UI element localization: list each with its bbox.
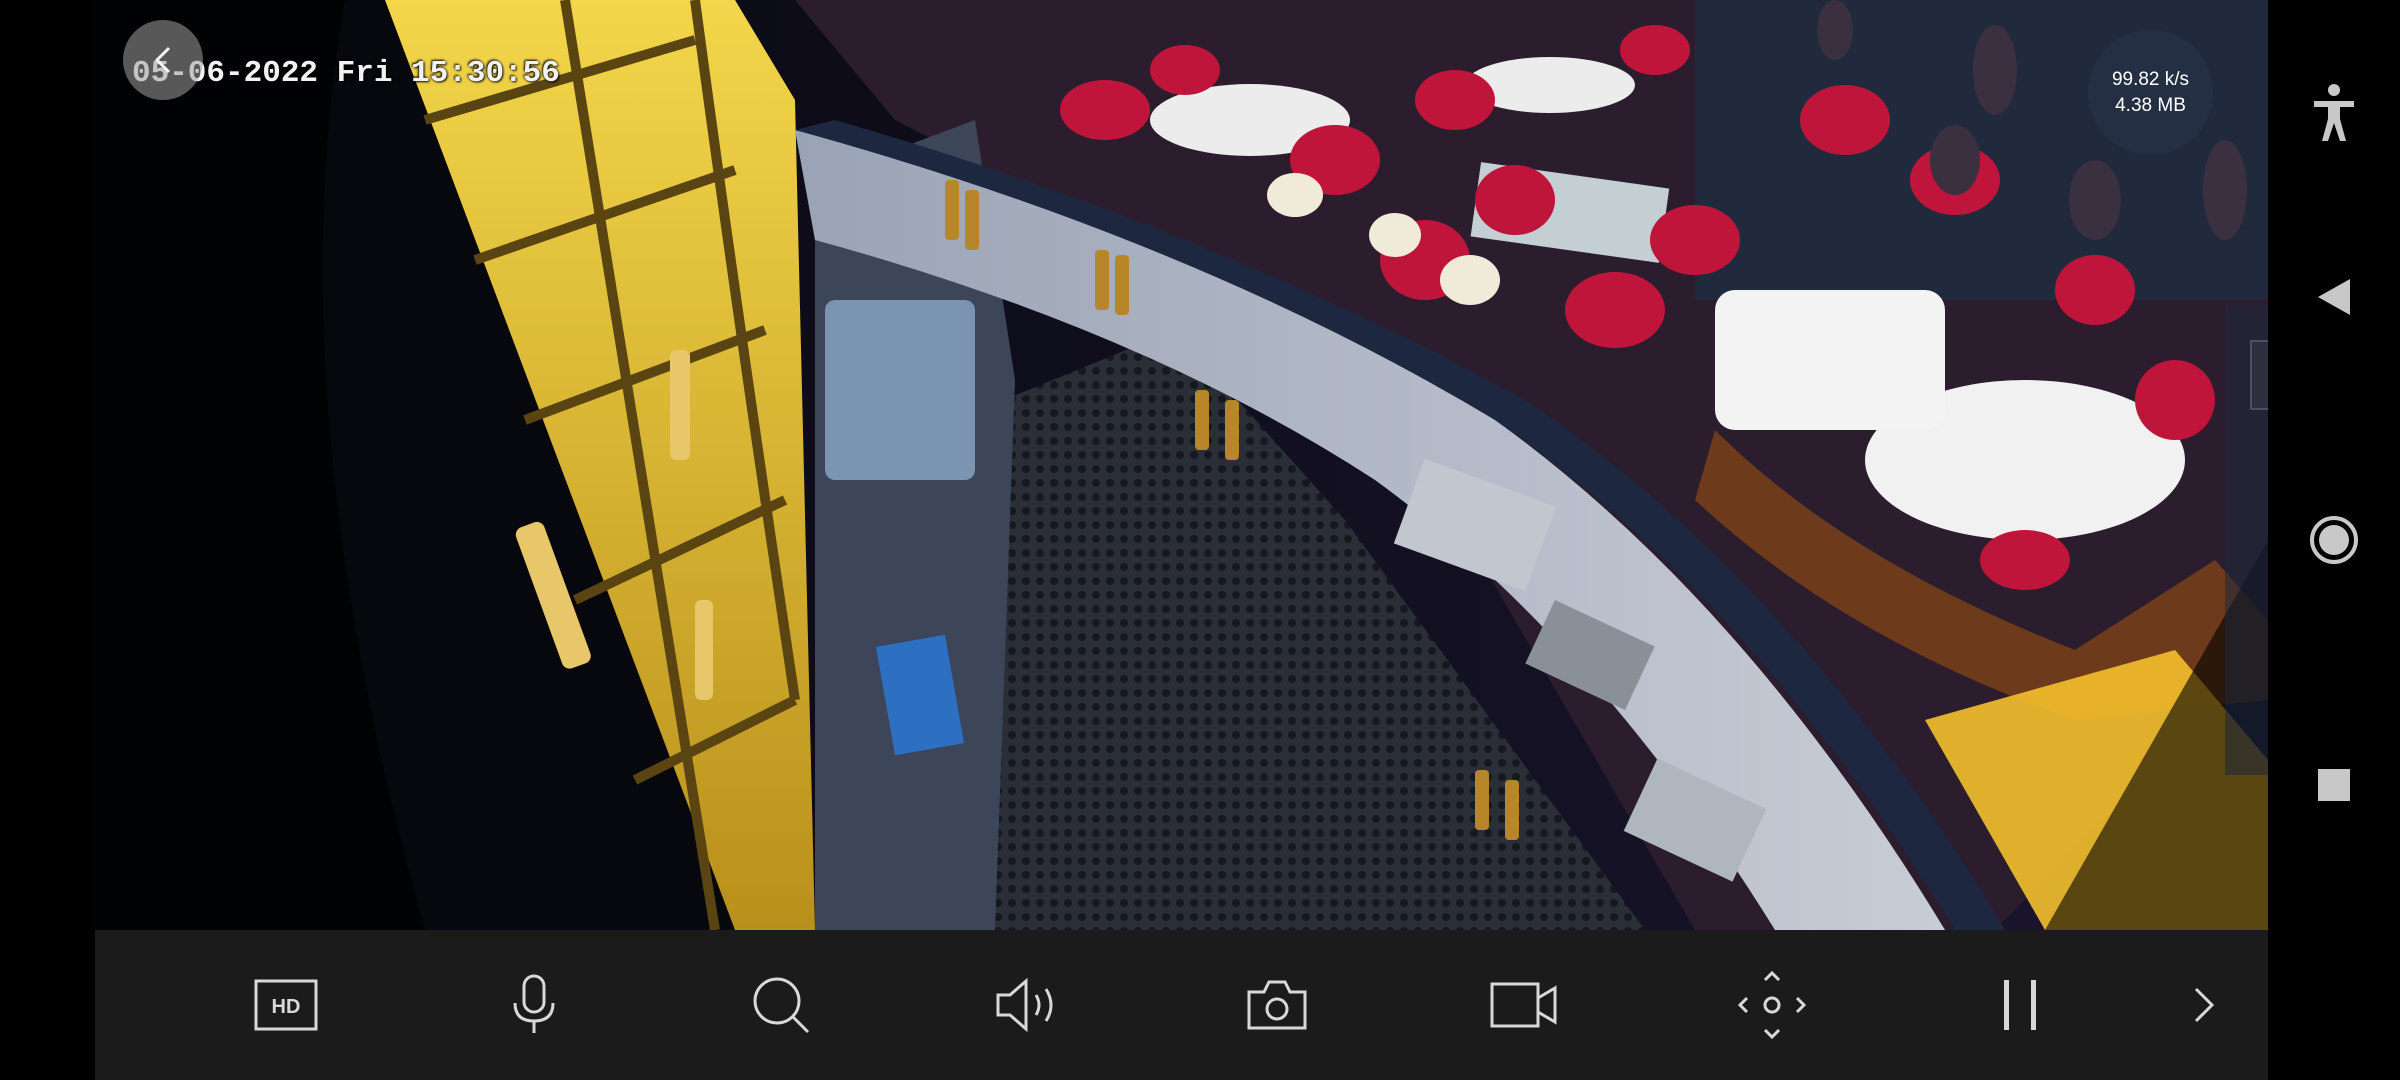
microphone-button[interactable] [479,930,589,1080]
app-screen: 05-06-2022 Fri 15:30:56 99.82 k/s 4.38 M… [0,0,2400,1080]
split-option-12[interactable]: 12 [2225,584,2268,664]
system-navigation-bar [2268,0,2400,1080]
nav-home-button[interactable] [2294,500,2374,580]
accessibility-icon [2314,84,2354,141]
split-option-4[interactable]: 4 [2225,418,2268,498]
chevron-right-icon [2194,987,2215,1023]
chevron-left-icon [154,46,171,74]
video-record-icon [1490,982,1557,1028]
home-circle-icon [2310,516,2358,564]
camera-video-feed[interactable]: 05-06-2022 Fri 15:30:56 99.82 k/s 4.38 M… [95,0,2268,930]
split-option-9[interactable]: 9 [2225,501,2268,581]
speaker-button[interactable] [974,930,1084,1080]
nav-recents-button[interactable] [2294,745,2374,825]
speaker-icon [996,977,1053,1033]
back-button[interactable] [123,20,203,100]
camera-scene-image [95,0,2268,930]
split-option-16[interactable]: 16 [2225,667,2268,747]
split-screen-selector: 1 4 9 12 16 [2225,305,2268,775]
digital-zoom-button[interactable] [726,930,836,1080]
record-button[interactable] [1469,930,1579,1080]
stream-speed: 99.82 k/s [2111,68,2190,90]
more-tools-button[interactable] [2163,930,2243,1080]
ptz-control-button[interactable] [1717,930,1827,1080]
hd-label: HD [272,996,301,1018]
hd-icon: HD [254,979,318,1031]
stream-stats-badge: 99.82 k/s 4.38 MB [2088,30,2213,155]
stream-data-used: 4.38 MB [2115,94,2186,116]
search-icon [753,977,810,1034]
pause-icon [2004,980,2036,1030]
back-triangle-icon [2318,279,2350,315]
microphone-icon [513,974,555,1033]
split-option-1[interactable]: 1 [2225,335,2268,415]
accessibility-button[interactable] [2294,73,2374,153]
camera-icon [1247,980,1307,1030]
hd-quality-button[interactable]: HD [231,930,341,1080]
nav-back-button[interactable] [2294,257,2374,337]
playback-toolbar: HD [95,930,2268,1080]
snapshot-button[interactable] [1222,930,1332,1080]
ptz-control-icon [1737,970,1807,1040]
recents-square-icon [2318,769,2350,801]
pause-button[interactable] [1965,930,2075,1080]
